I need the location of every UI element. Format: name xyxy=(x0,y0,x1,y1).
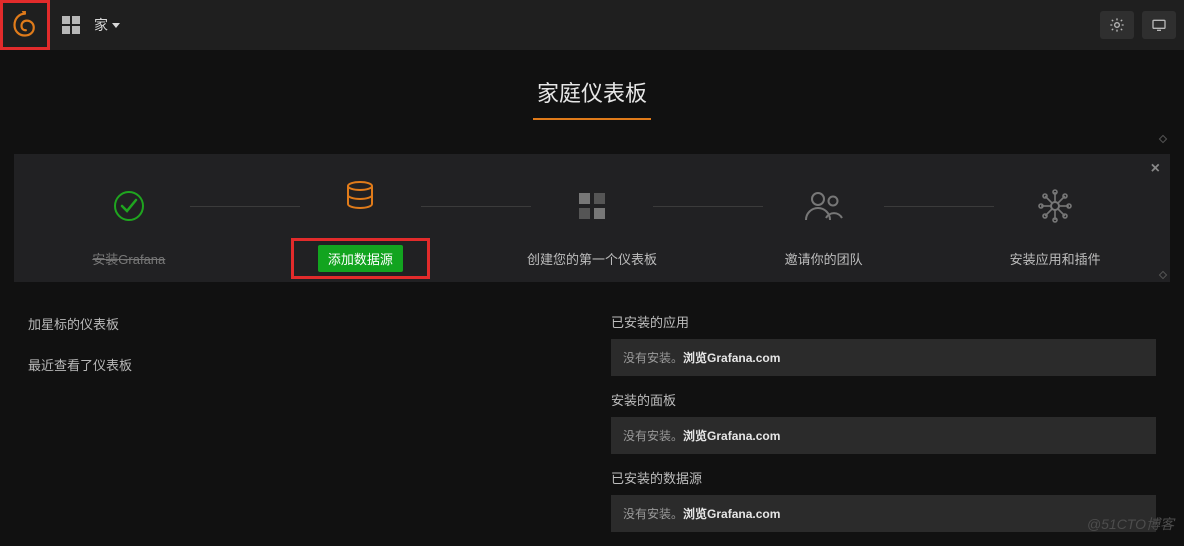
grafana-com-link[interactable]: Grafana.com xyxy=(707,507,780,521)
installed-apps-box: 没有安装。浏览Grafana.com xyxy=(611,339,1156,376)
cycle-view-button[interactable] xyxy=(1142,11,1176,39)
plugins-icon xyxy=(1037,185,1073,227)
browse-action[interactable]: 浏览 xyxy=(683,351,707,365)
dashboard-picker-label: 家 xyxy=(94,15,108,35)
gs-step-label: 安装Grafana xyxy=(92,249,165,268)
dashboard-picker[interactable]: 家 xyxy=(94,15,120,35)
gs-step-label: 安装应用和插件 xyxy=(1010,249,1101,268)
grafana-logo-icon xyxy=(11,11,39,39)
dashboards-list-panel: 加星标的仪表板 最近查看了仪表板 xyxy=(14,294,587,546)
getting-started-panel: × 安装Grafana 添加数据源 xyxy=(14,154,1170,282)
users-icon xyxy=(804,185,844,227)
topbar: 家 xyxy=(0,0,1184,50)
info-prefix: 没有安装。 xyxy=(623,429,683,443)
installed-datasources-box: 没有安装。浏览Grafana.com xyxy=(611,495,1156,532)
installed-apps-title: 已安装的应用 xyxy=(611,312,1156,331)
installed-panels-box: 没有安装。浏览Grafana.com xyxy=(611,417,1156,454)
gs-step-create-dashboard[interactable]: 创建您的第一个仪表板 xyxy=(501,179,683,268)
page-body: 家庭仪表板 × 安装Grafana 添加数据源 xyxy=(0,60,1184,540)
gear-icon xyxy=(1109,17,1125,33)
page-title: 家庭仪表板 xyxy=(533,70,651,120)
info-prefix: 没有安装。 xyxy=(623,351,683,365)
grid-icon xyxy=(62,16,80,34)
monitor-icon xyxy=(1151,17,1167,33)
installed-panels-title: 安装的面板 xyxy=(611,390,1156,409)
check-circle-icon xyxy=(111,185,147,227)
info-prefix: 没有安装。 xyxy=(623,507,683,521)
starred-dashboards-link[interactable]: 加星标的仪表板 xyxy=(28,308,573,349)
add-datasource-highlight: 添加数据源 xyxy=(291,238,430,279)
watermark: @51CTO博客 xyxy=(1087,514,1174,534)
grafana-com-link[interactable]: Grafana.com xyxy=(707,351,780,365)
chevron-down-icon xyxy=(112,23,120,28)
resize-handle-icon xyxy=(1159,271,1167,279)
dashboards-grid-button[interactable] xyxy=(56,10,86,40)
gs-step-install: 安装Grafana xyxy=(38,179,220,268)
settings-button[interactable] xyxy=(1100,11,1134,39)
add-datasource-button[interactable]: 添加数据源 xyxy=(318,245,403,272)
gs-step-label: 创建您的第一个仪表板 xyxy=(527,249,657,268)
browse-action[interactable]: 浏览 xyxy=(683,429,707,443)
database-icon xyxy=(342,174,378,216)
recent-dashboards-link[interactable]: 最近查看了仪表板 xyxy=(28,349,573,390)
gs-step-install-plugins[interactable]: 安装应用和插件 xyxy=(964,179,1146,268)
gs-step-label: 邀请你的团队 xyxy=(785,249,863,268)
panels-icon xyxy=(577,185,607,227)
resize-handle-icon xyxy=(1159,135,1167,143)
browse-action[interactable]: 浏览 xyxy=(683,507,707,521)
home-panels: 加星标的仪表板 最近查看了仪表板 已安装的应用 没有安装。浏览Grafana.c… xyxy=(14,294,1170,546)
close-getting-started[interactable]: × xyxy=(1151,160,1160,178)
gs-step-add-datasource[interactable]: 添加数据源 xyxy=(270,168,452,279)
gs-step-invite-team[interactable]: 邀请你的团队 xyxy=(733,179,915,268)
grafana-com-link[interactable]: Grafana.com xyxy=(707,429,780,443)
grafana-logo[interactable] xyxy=(0,0,50,50)
installed-datasources-title: 已安装的数据源 xyxy=(611,468,1156,487)
installed-lists-panel: 已安装的应用 没有安装。浏览Grafana.com 安装的面板 没有安装。浏览G… xyxy=(597,294,1170,546)
